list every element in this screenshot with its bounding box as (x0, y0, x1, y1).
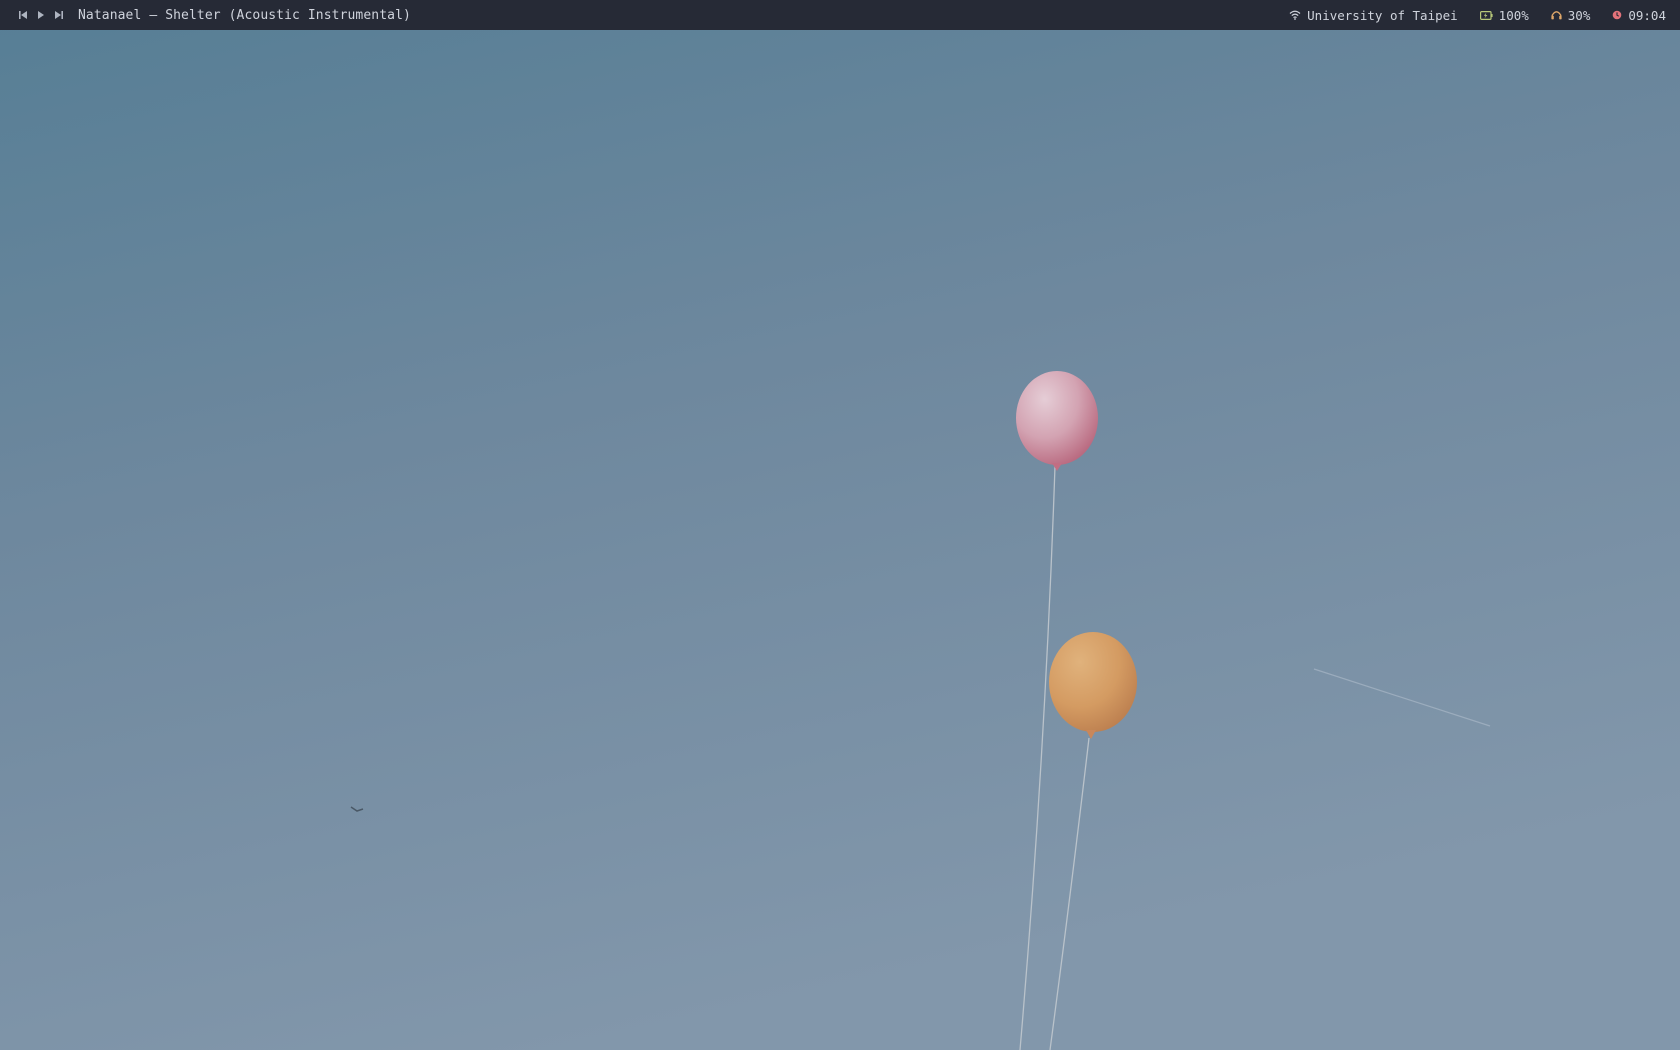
skip-previous-icon (19, 11, 27, 19)
wifi-icon (1289, 10, 1301, 20)
wifi-status[interactable]: University of Taipei (1289, 8, 1458, 23)
play-icon (38, 11, 44, 19)
next-track-button[interactable] (50, 0, 68, 30)
top-status-bar: Natanael – Shelter (Acoustic Instrumenta… (0, 0, 1680, 30)
sky (0, 0, 1680, 1050)
wifi-network-name: University of Taipei (1307, 7, 1458, 23)
headphones-icon (1551, 11, 1562, 20)
battery-icon (1479, 10, 1493, 20)
media-controls: Natanael – Shelter (Acoustic Instrumenta… (14, 0, 411, 30)
status-area: University of Taipei 100% 30% 09:04 (1267, 0, 1666, 30)
skip-next-icon (55, 11, 63, 19)
volume-level: 30% (1567, 7, 1591, 23)
now-playing-title[interactable]: Natanael – Shelter (Acoustic Instrumenta… (78, 8, 411, 23)
battery-status[interactable]: 100% (1479, 7, 1529, 23)
battery-level: 100% (1498, 7, 1529, 23)
clock-icon (1613, 10, 1622, 20)
wallpaper-balloons (0, 0, 1680, 1050)
clock-status[interactable]: 09:04 (1612, 8, 1666, 23)
previous-track-button[interactable] (14, 0, 32, 30)
volume-status[interactable]: 30% (1551, 7, 1591, 23)
play-pause-button[interactable] (32, 0, 50, 30)
desktop: Natanael – Shelter (Acoustic Instrumenta… (0, 0, 1680, 1050)
clock-time: 09:04 (1628, 7, 1666, 23)
